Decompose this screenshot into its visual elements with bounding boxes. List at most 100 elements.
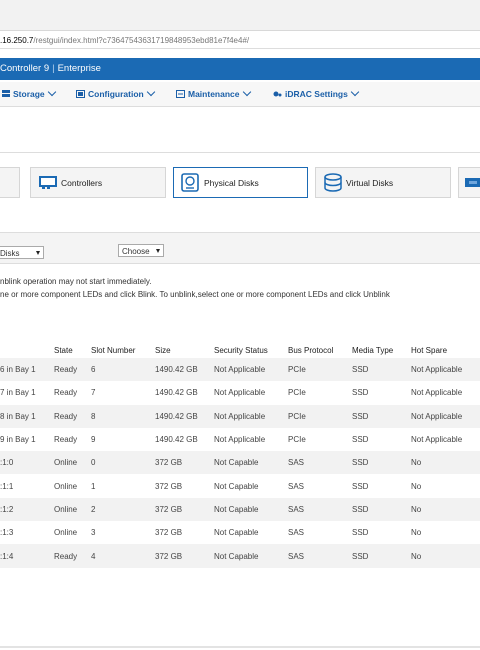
dropdown-arrow-icon [36,251,40,255]
cell-name: :1:0 [0,451,54,475]
table-row[interactable]: :1:3 Online 3 372 GB Not Capable SAS SSD… [0,521,480,545]
tab-virtual-disks[interactable]: Virtual Disks [315,167,451,198]
info-message-instructions: ne or more component LEDs and click Blin… [0,290,390,299]
col-hot-spare[interactable]: Hot Spare [411,342,480,358]
tab-physical-disks-label: Physical Disks [204,178,259,188]
tab-physical-disks[interactable]: Physical Disks [173,167,308,198]
table-row[interactable]: :1:4 Ready 4 372 GB Not Capable SAS SSD … [0,544,480,568]
cell-bus: PCIe [288,381,352,405]
table-row[interactable]: 8 in Bay 1 Ready 8 1490.42 GB Not Applic… [0,404,480,428]
cell-slot: 1 [91,474,155,498]
cell-bus: PCIe [288,358,352,382]
cell-media: SSD [352,521,411,545]
nav-configuration[interactable]: Configuration [76,82,155,107]
cell-size: 372 GB [155,497,214,522]
cell-state: Ready [54,358,91,382]
cell-state: Online [54,451,91,475]
cell-media: SSD [352,497,411,522]
physical-disks-table: State Slot Number Size Security Status B… [0,342,480,568]
cell-name: 9 in Bay 1 [0,427,54,452]
view-select[interactable]: Disks [0,246,44,259]
page-bottom-border [0,646,480,648]
cell-name: 6 in Bay 1 [0,358,54,382]
cell-security: Not Capable [214,521,288,545]
cell-security: Not Capable [214,474,288,498]
cell-size: 1490.42 GB [155,404,214,428]
cell-slot: 0 [91,451,155,475]
cell-slot: 9 [91,427,155,452]
product-edition: Enterprise [57,63,101,74]
cell-slot: 7 [91,381,155,405]
table-row[interactable]: 6 in Bay 1 Ready 6 1490.42 GB Not Applic… [0,358,480,382]
cell-size: 372 GB [155,544,214,568]
cell-bus: SAS [288,474,352,498]
table-row[interactable]: :1:0 Online 0 372 GB Not Capable SAS SSD… [0,451,480,475]
cell-media: SSD [352,381,411,405]
cell-security: Not Applicable [214,358,288,382]
cell-name: :1:2 [0,497,54,522]
cell-security: Not Capable [214,497,288,522]
col-name[interactable] [0,342,54,358]
cell-hot-spare: No [411,474,480,498]
physical-disk-icon [181,173,199,194]
cell-hot-spare: Not Applicable [411,404,480,428]
col-security-status[interactable]: Security Status [214,342,288,358]
nav-maintenance[interactable]: Maintenance [176,82,251,107]
cell-media: SSD [352,451,411,475]
cell-security: Not Capable [214,544,288,568]
cell-size: 372 GB [155,474,214,498]
url-path: /restgui/index.html?c7364754363171984895… [33,36,250,45]
nav-storage[interactable]: Storage [2,82,56,106]
cell-bus: SAS [288,451,352,475]
tab-overview[interactable] [0,167,20,198]
cell-slot: 4 [91,544,155,568]
cell-state: Online [54,497,91,522]
main-nav: Storage Configuration Maintenance iDRAC … [0,82,480,107]
cell-name: 7 in Bay 1 [0,381,54,405]
cell-media: SSD [352,474,411,498]
cell-state: Online [54,474,91,498]
cell-size: 372 GB [155,451,214,475]
cell-security: Not Applicable [214,404,288,428]
browser-tab-strip [0,0,480,31]
nav-maintenance-label: Maintenance [188,89,240,99]
cell-name: :1:1 [0,474,54,498]
brand-bar: Controller 9 | Enterprise [0,58,480,80]
info-message-blink: nblink operation may not start immediate… [0,277,152,286]
cell-slot: 8 [91,404,155,428]
chevron-down-icon [47,87,56,97]
cell-bus: SAS [288,544,352,568]
maintenance-icon [176,83,185,107]
nav-idrac-settings-label: iDRAC Settings [285,89,348,99]
settings-icon [273,83,282,107]
table-row[interactable]: 9 in Bay 1 Ready 9 1490.42 GB Not Applic… [0,427,480,452]
table-header-row: State Slot Number Size Security Status B… [0,342,480,358]
tab-controllers[interactable]: Controllers [30,167,166,198]
col-state[interactable]: State [54,342,91,358]
virtual-disk-icon [323,173,343,194]
table-row[interactable]: :1:1 Online 1 372 GB Not Capable SAS SSD… [0,474,480,498]
tab-enclosures[interactable] [458,167,480,198]
table-row[interactable]: 7 in Bay 1 Ready 7 1490.42 GB Not Applic… [0,381,480,405]
cell-slot: 3 [91,521,155,545]
cell-security: Not Applicable [214,427,288,452]
col-bus-protocol[interactable]: Bus Protocol [288,342,352,358]
cell-hot-spare: Not Applicable [411,427,480,452]
col-size[interactable]: Size [155,342,214,358]
table-row[interactable]: :1:2 Online 2 372 GB Not Capable SAS SSD… [0,497,480,522]
address-bar[interactable]: .16.250.7/restgui/index.html?c7364754363… [0,34,480,49]
nav-idrac-settings[interactable]: iDRAC Settings [273,82,360,107]
cell-state: Ready [54,381,91,405]
cell-bus: PCIe [288,427,352,452]
col-media-type[interactable]: Media Type [352,342,411,358]
cell-hot-spare: Not Applicable [411,381,480,405]
cell-security: Not Capable [214,451,288,475]
action-select[interactable]: Choose [118,244,164,257]
col-slot-number[interactable]: Slot Number [91,342,155,358]
configuration-icon [76,83,85,107]
nav-configuration-label: Configuration [88,89,144,99]
cell-name: :1:3 [0,521,54,545]
cell-bus: SAS [288,521,352,545]
enclosure-icon [465,178,480,189]
cell-size: 1490.42 GB [155,427,214,452]
